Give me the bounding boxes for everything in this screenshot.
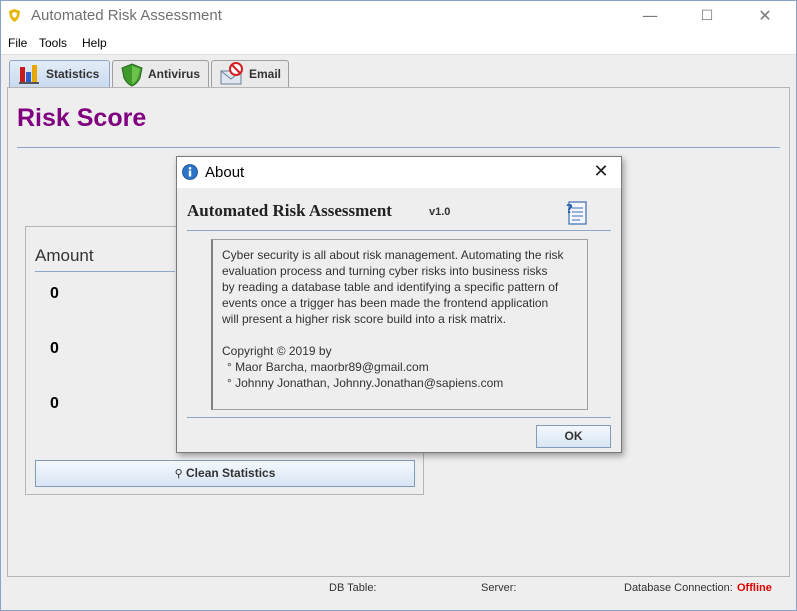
author-line: ° Maor Barcha, maorbr89@gmail.com [227,360,429,374]
key-icon: ⚲ [174,468,183,480]
window-title: Automated Risk Assessment [31,7,222,24]
maximize-button[interactable]: ☐ [684,1,730,31]
menu-help[interactable]: Help [82,36,107,50]
dialog-divider [187,230,611,231]
amount-value: 0 [50,285,59,302]
minimize-button[interactable]: — [627,1,673,31]
description-line: by reading a database table and identify… [222,280,559,294]
clean-statistics-button[interactable]: ⚲ Clean Statistics [35,460,415,487]
amount-value: 0 [50,340,59,357]
server-label: Server: [481,582,517,594]
dialog-divider [187,417,611,418]
bar-chart-icon [19,65,39,84]
amount-label: Amount [35,246,94,265]
dialog-title: About [205,164,245,181]
tab-label: Antivirus [148,67,201,81]
tab-statistics[interactable]: Statistics [9,60,110,88]
about-app-name: Automated Risk Assessment [187,201,392,220]
author-line: ° Johnny Jonathan, Johnny.Jonathan@sapie… [227,376,504,390]
ok-button[interactable]: OK [536,425,611,448]
tab-antivirus[interactable]: Antivirus [112,60,209,87]
description-line: will present a higher risk score build i… [222,312,507,326]
tab-label: Email [249,67,282,81]
description-line: evaluation process and turning cyber ris… [222,264,548,278]
svg-text:?: ? [566,202,573,216]
info-icon [182,164,198,180]
app-shield-icon [9,9,20,22]
connection-status: Offline [737,582,772,594]
email-icon [220,62,243,85]
page-title: Risk Score [17,104,147,132]
close-button[interactable]: ✕ [742,1,788,31]
clean-statistics-label: Clean Statistics [186,466,276,480]
description-line: Cyber security is all about risk managem… [222,248,564,262]
menu-file[interactable]: File [8,36,27,50]
title-divider [17,147,780,148]
dialog-close-button[interactable]: ✕ [586,158,616,186]
tab-email[interactable]: Email [211,60,289,87]
tab-label: Statistics [46,67,100,81]
amount-value: 0 [50,395,59,412]
shield-icon [121,63,143,87]
amount-divider [35,271,175,272]
menu-bar [1,32,796,55]
about-description-box: Cyber security is all about risk managem… [211,239,588,410]
about-version: v1.0 [429,206,451,218]
description-line: events once a trigger has been made the … [222,296,549,310]
menu-tools[interactable]: Tools [39,36,67,50]
db-table-label: DB Table: [329,582,377,594]
copyright-text: Copyright © 2019 by [222,344,332,358]
connection-label: Database Connection: [624,582,733,594]
help-document-icon: ? [566,201,587,225]
